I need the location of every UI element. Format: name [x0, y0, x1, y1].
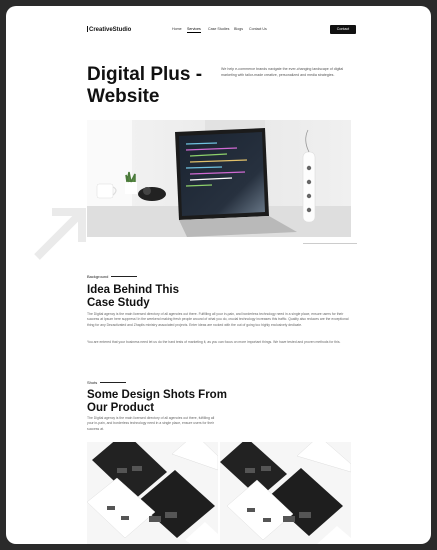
nav-blogs[interactable]: Blogs — [234, 27, 243, 31]
page-frame: CreativeStudio Home Services Case Studie… — [6, 6, 431, 544]
eyebrow-line — [100, 382, 127, 383]
image-frame-accent — [303, 238, 357, 244]
shots-heading-line: Our Product — [87, 402, 155, 414]
top-navigation: CreativeStudio Home Services Case Studie… — [6, 6, 431, 51]
nav-case-studies[interactable]: Case Studies — [208, 27, 229, 31]
contact-button[interactable]: Contact — [330, 25, 356, 34]
nav-contact-us[interactable]: Contact Us — [249, 27, 267, 31]
design-shot-right[interactable] — [220, 442, 351, 544]
shots-heading: Some Design Shots From Our Product — [87, 389, 287, 415]
background-eyebrow: Background — [87, 274, 138, 279]
shots-eyebrow: Shots — [87, 380, 127, 385]
logo[interactable]: CreativeStudio — [87, 26, 131, 33]
background-heading: Idea Behind This Case Study — [87, 284, 247, 310]
background-paragraph-1: The Digital agency is the main licensed … — [87, 312, 349, 327]
nav-home[interactable]: Home — [172, 27, 182, 31]
background-heading-line: Idea Behind This — [87, 284, 180, 296]
nav-services[interactable]: Services — [187, 27, 201, 33]
shots-eyebrow-text: Shots — [87, 380, 98, 385]
shots-heading-line: Some Design Shots From — [87, 389, 227, 401]
hero-description: We help e-commerce brands navigate the e… — [221, 67, 344, 77]
page-title-line: Website — [87, 86, 160, 107]
design-shots-gallery — [87, 442, 351, 544]
design-shot-left[interactable] — [87, 442, 219, 544]
hero-laptop-image — [87, 120, 351, 237]
background-heading-line: Case Study — [87, 297, 150, 309]
background-paragraph-2: You are entered that your business need … — [87, 340, 341, 344]
shots-paragraph: The Digital agency is the main licensed … — [87, 416, 215, 431]
background-eyebrow-text: Background — [87, 274, 109, 279]
arrow-watermark-icon — [34, 208, 86, 260]
page-title: Digital Plus - Website — [87, 64, 217, 108]
page-title-line: Digital Plus - — [87, 64, 203, 85]
eyebrow-line — [111, 276, 138, 277]
